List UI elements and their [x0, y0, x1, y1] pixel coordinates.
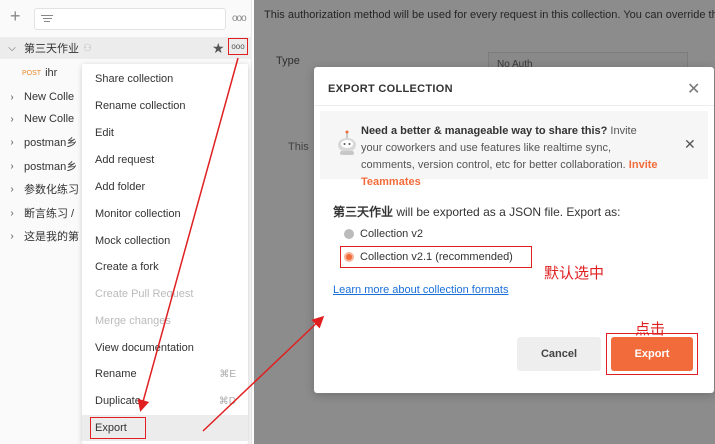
- collection-more-button[interactable]: ooo: [228, 38, 248, 55]
- menu-item-label: Merge changes: [95, 315, 171, 327]
- menu-item-mock[interactable]: Mock collection: [82, 228, 248, 254]
- banner-text: Need a better & manageable way to share …: [361, 123, 659, 191]
- modal-title: EXPORT COLLECTION: [328, 83, 453, 95]
- menu-item-label: Add folder: [95, 181, 146, 193]
- option-label: Collection v2: [360, 228, 423, 240]
- divider: [314, 105, 714, 106]
- menu-item-add-request[interactable]: Add request: [82, 147, 248, 173]
- close-icon[interactable]: ✕: [687, 79, 700, 99]
- menu-item-label: Add request: [95, 154, 155, 166]
- menu-item-label: Edit: [95, 127, 114, 139]
- chevron-right-icon[interactable]: ›: [0, 184, 24, 195]
- collection-name: postman乡: [24, 161, 78, 173]
- collection-name: 第三天作业: [333, 205, 394, 219]
- menu-item-monitor[interactable]: Monitor collection: [82, 201, 248, 227]
- menu-item-label: Create Pull Request: [95, 288, 194, 300]
- option-collection-v2[interactable]: Collection v2: [344, 228, 423, 240]
- collection-context-menu: Share collection Rename collection Edit …: [82, 64, 248, 444]
- export-suffix: will be exported as a JSON file. Export …: [393, 205, 621, 219]
- shortcut-label: ⌘D: [218, 395, 236, 407]
- highlight-box: [90, 417, 146, 439]
- collection-name: 这是我的第: [24, 231, 79, 243]
- export-description: 第三天作业 will be exported as a JSON file. E…: [333, 203, 620, 220]
- highlight-box: [340, 246, 532, 268]
- chevron-down-icon[interactable]: ⌵: [0, 43, 24, 54]
- menu-item-label: Rename collection: [95, 100, 186, 112]
- menu-item-export[interactable]: Export: [82, 415, 248, 441]
- cancel-button[interactable]: Cancel: [517, 337, 601, 371]
- highlight-box: [606, 333, 698, 375]
- menu-item-duplicate[interactable]: Duplicate ⌘D: [82, 388, 248, 414]
- learn-more-link[interactable]: Learn more about collection formats: [333, 284, 508, 296]
- close-icon[interactable]: ✕: [684, 136, 696, 153]
- annotation-default-selected: 默认选中: [544, 265, 605, 282]
- sidebar-toolbar: + ooo: [0, 0, 252, 36]
- menu-item-label: Mock collection: [95, 235, 171, 247]
- collection-name: 参数化练习: [24, 184, 79, 196]
- method-badge: POST: [22, 69, 42, 77]
- annotation-click: 点击: [635, 321, 666, 338]
- share-banner: Need a better & manageable way to share …: [320, 111, 708, 188]
- robot-icon: [338, 130, 356, 155]
- menu-item-merge: Merge changes: [82, 308, 248, 334]
- export-collection-modal: EXPORT COLLECTION ✕ Need a better & mana…: [314, 67, 714, 393]
- menu-item-fork[interactable]: Create a fork: [82, 254, 248, 280]
- menu-item-documentation[interactable]: View documentation: [82, 335, 248, 361]
- collection-name: 第三天作业: [24, 43, 79, 55]
- chevron-right-icon[interactable]: ›: [0, 208, 24, 219]
- more-options-icon[interactable]: ooo: [232, 13, 247, 24]
- menu-item-rename[interactable]: Rename ⌘E: [82, 361, 248, 387]
- shortcut-label: ⌘E: [219, 368, 236, 380]
- menu-item-label: Create a fork: [95, 261, 159, 273]
- chevron-right-icon[interactable]: ›: [0, 92, 24, 103]
- plus-icon[interactable]: +: [10, 7, 21, 25]
- menu-item-edit[interactable]: Edit: [82, 120, 248, 146]
- shared-icon: ⚇: [83, 42, 92, 54]
- collection-name: New Colle: [24, 113, 75, 125]
- request-name: ihr: [45, 67, 58, 79]
- collection-item[interactable]: ⌵ 第三天作业 ⚇ ★ ooo: [0, 37, 252, 59]
- filter-icon: [41, 13, 53, 25]
- menu-item-label: Share collection: [95, 73, 174, 85]
- chevron-right-icon[interactable]: ›: [0, 137, 24, 148]
- menu-item-label: Duplicate: [95, 395, 141, 407]
- filter-input[interactable]: [34, 8, 226, 30]
- menu-item-label: Rename: [95, 368, 137, 380]
- menu-item-label: Monitor collection: [95, 208, 181, 220]
- menu-item-pull-request: Create Pull Request: [82, 281, 248, 307]
- collection-name: postman乡: [24, 137, 78, 149]
- menu-item-add-folder[interactable]: Add folder: [82, 174, 248, 200]
- star-icon[interactable]: ★: [212, 40, 225, 57]
- chevron-right-icon[interactable]: ›: [0, 231, 24, 242]
- collection-name: New Colle: [24, 91, 75, 103]
- banner-heading: Need a better & manageable way to share …: [361, 125, 608, 137]
- chevron-right-icon[interactable]: ›: [0, 114, 24, 125]
- collection-name: 断言练习 /: [24, 208, 75, 220]
- radio-unselected-icon[interactable]: [344, 229, 354, 239]
- chevron-right-icon[interactable]: ›: [0, 161, 24, 172]
- menu-item-label: View documentation: [95, 342, 194, 354]
- menu-item-share[interactable]: Share collection: [82, 66, 248, 92]
- menu-item-rename-collection[interactable]: Rename collection: [82, 93, 248, 119]
